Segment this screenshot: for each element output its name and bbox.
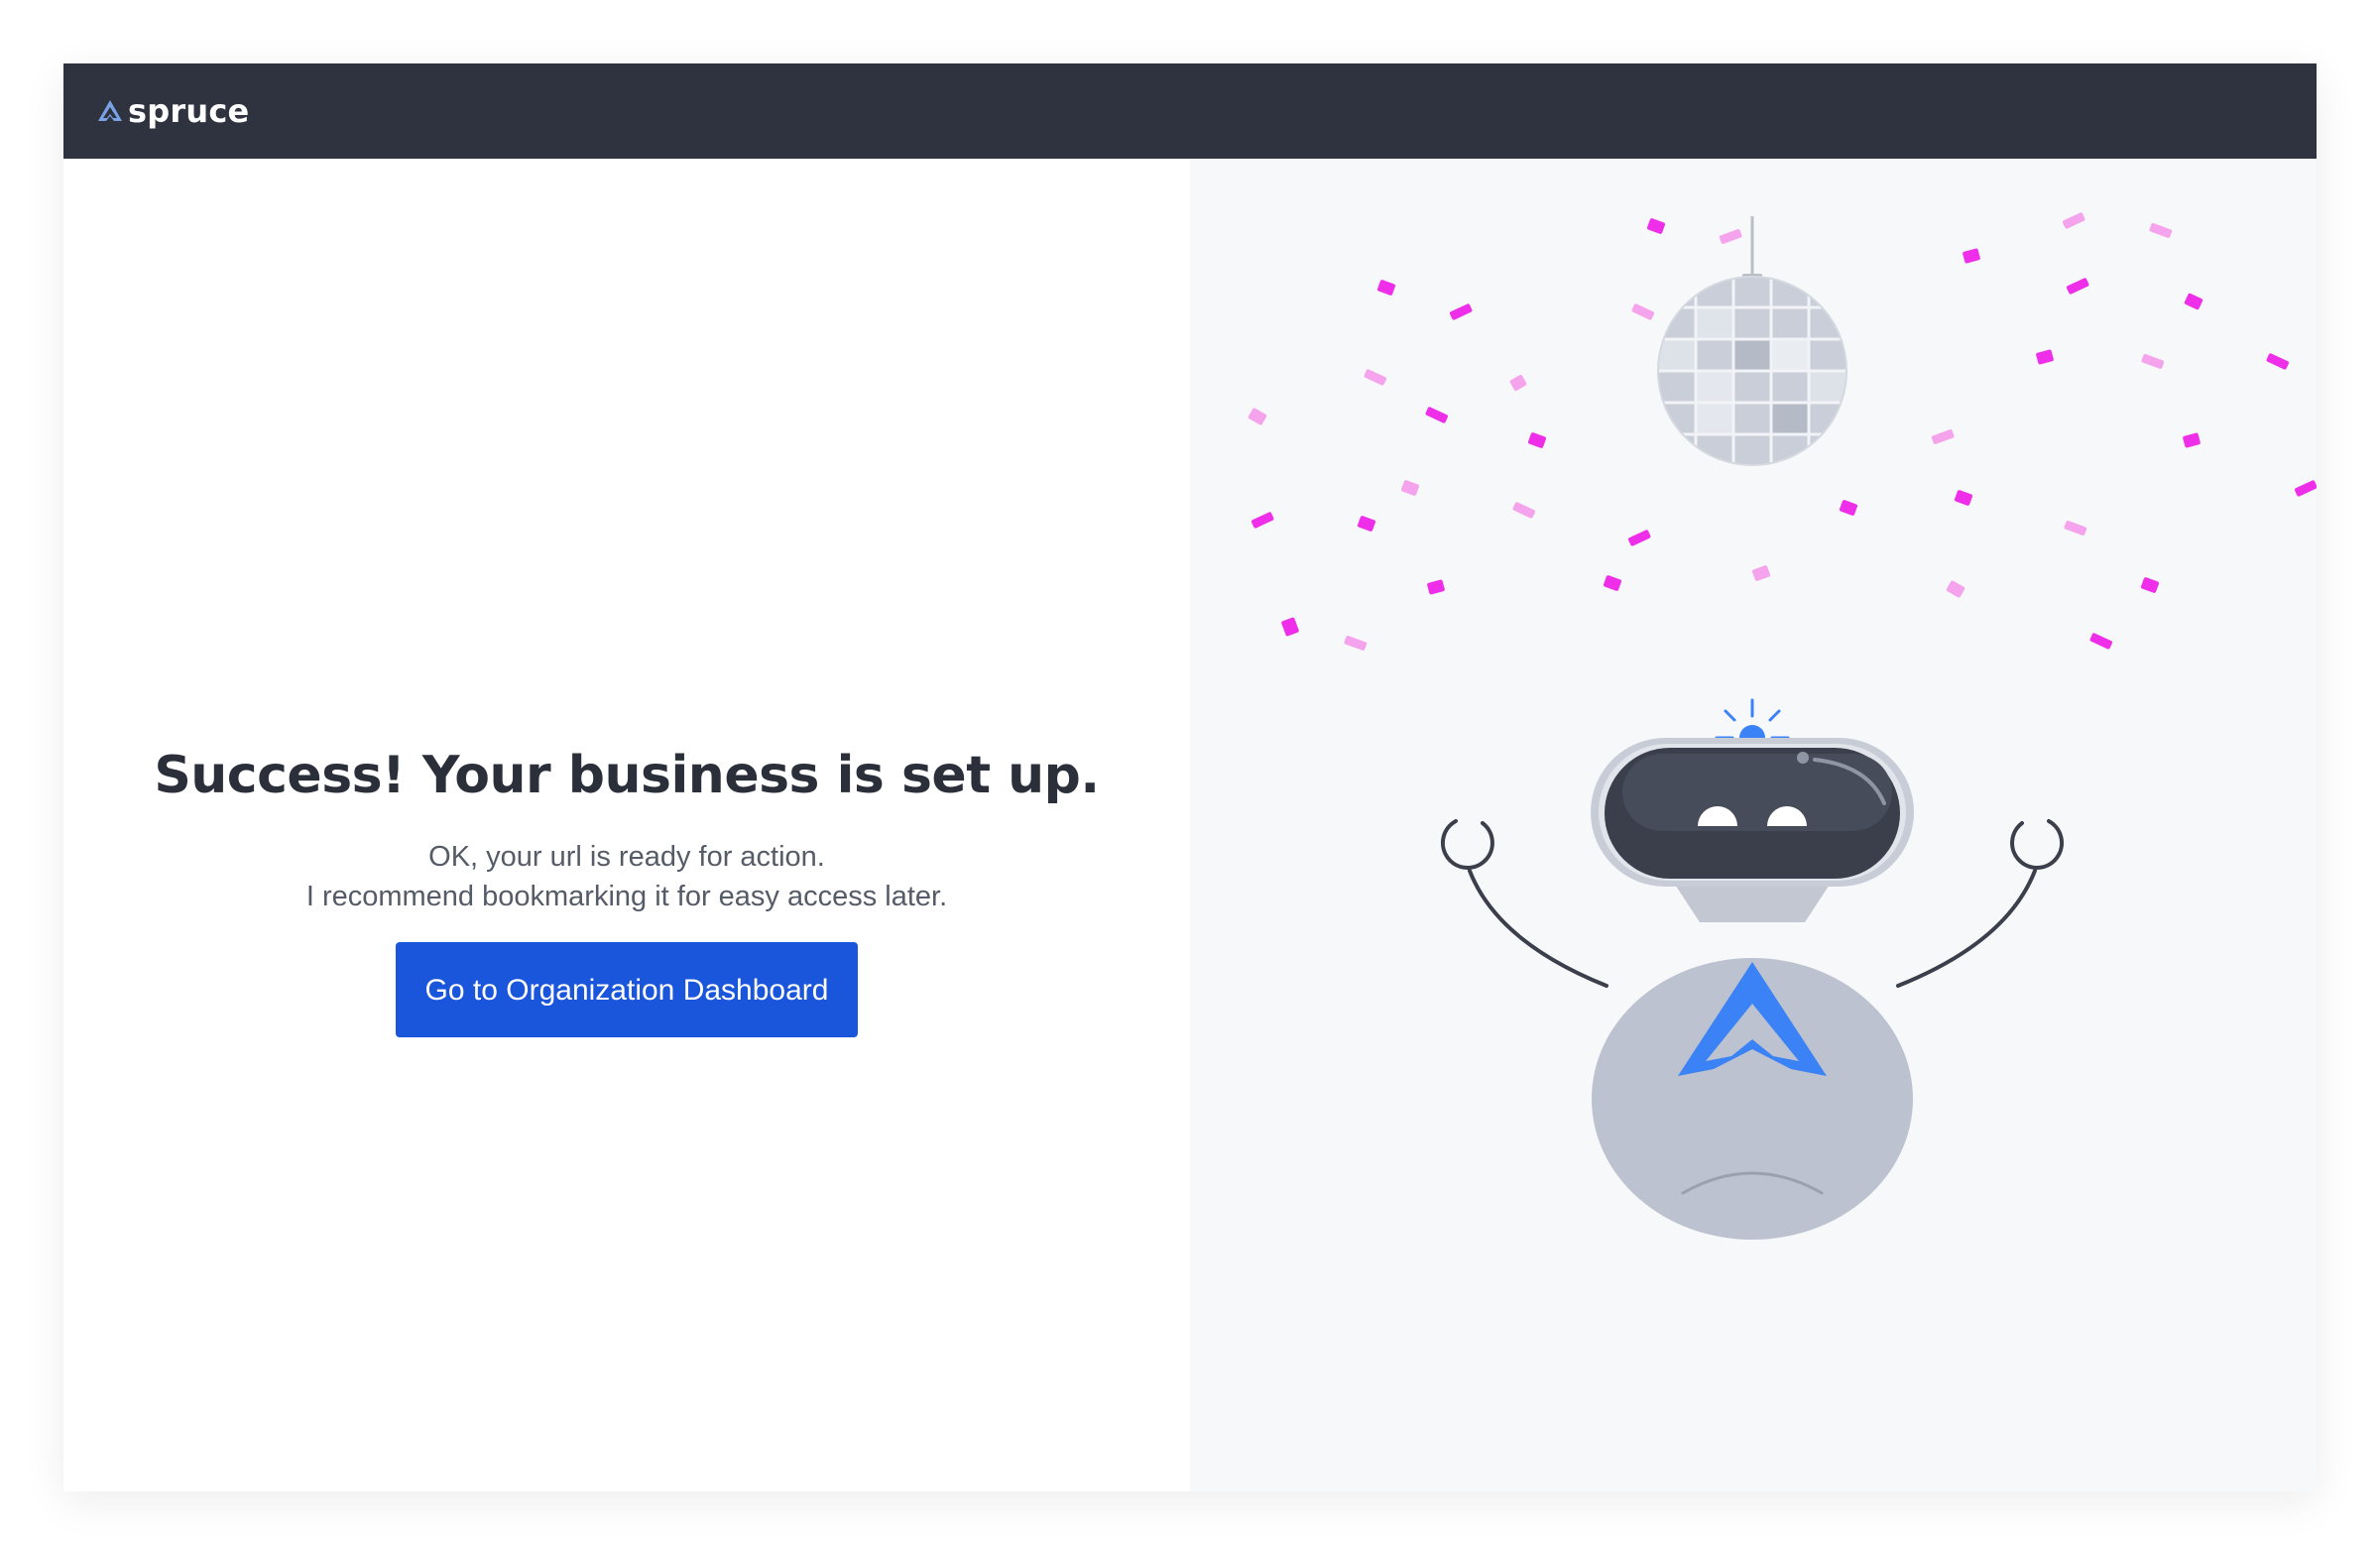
disco-ball-icon — [1657, 216, 1847, 466]
go-to-dashboard-button[interactable]: Go to Organization Dashboard — [396, 942, 858, 1037]
spruce-logo-icon — [98, 100, 122, 121]
page-title: Success! Your business is set up. — [154, 746, 1100, 805]
robot-head — [1591, 738, 1914, 887]
brand-name: spruce — [128, 92, 250, 130]
success-message: OK, your url is ready for action. I reco… — [63, 837, 1190, 916]
success-content: Success! Your business is set up. OK, yo… — [63, 744, 1190, 1037]
success-message-line-1: OK, your url is ready for action. — [428, 841, 825, 873]
celebrating-robot-illustration — [1248, 212, 2318, 1240]
left-pane: Success! Your business is set up. OK, yo… — [63, 159, 1190, 1492]
illustration-pane — [1190, 159, 2318, 1492]
robot-body — [1592, 958, 1913, 1240]
success-message-line-2: I recommend bookmarking it for easy acce… — [305, 881, 948, 912]
brand-logo[interactable]: spruce — [96, 63, 249, 159]
top-navbar: spruce — [63, 63, 2317, 159]
app-window: spruce Success! Your business is set up.… — [63, 63, 2318, 1492]
